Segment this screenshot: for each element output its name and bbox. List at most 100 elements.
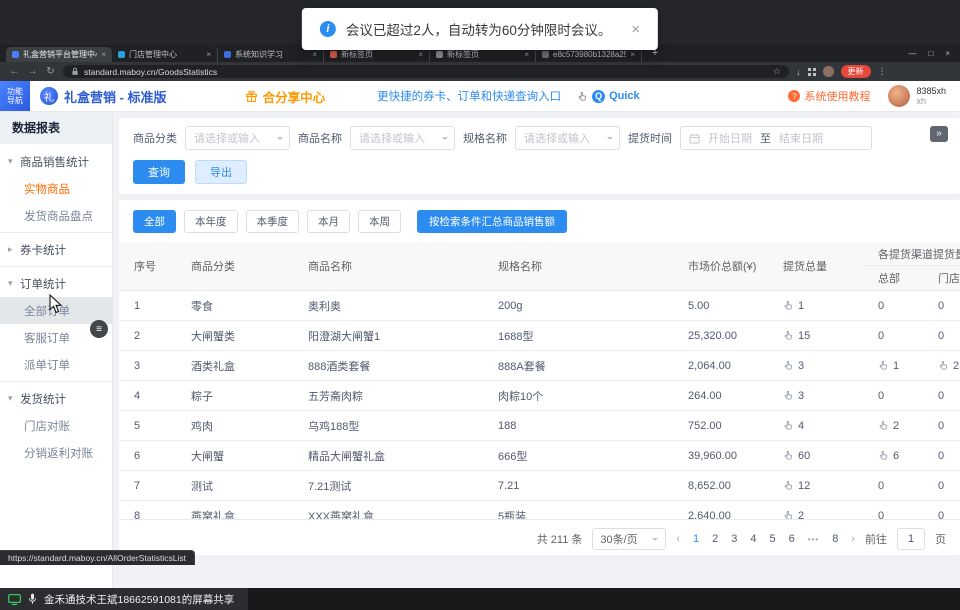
sidebar-item[interactable]: 发货商品盘点 bbox=[0, 202, 112, 229]
user-info[interactable]: 8385xh xh bbox=[888, 85, 946, 107]
tab-close-icon[interactable]: × bbox=[524, 50, 529, 59]
pick-count: 0 bbox=[938, 420, 944, 432]
bookmark-star-icon[interactable]: ☆ bbox=[773, 66, 781, 77]
page-number[interactable]: 1 bbox=[693, 533, 699, 545]
next-page-icon[interactable]: › bbox=[851, 533, 855, 545]
tab-close-icon[interactable]: × bbox=[418, 50, 423, 59]
tab-close-icon[interactable]: × bbox=[206, 50, 211, 59]
cell-pick-total[interactable]: 3 bbox=[768, 390, 863, 402]
caret-down-icon: ▾ bbox=[8, 393, 20, 404]
update-button[interactable]: 更新 bbox=[841, 65, 871, 78]
sidebar-item[interactable]: 实物商品 bbox=[0, 175, 112, 202]
close-window-button[interactable]: × bbox=[945, 49, 950, 58]
select-placeholder: 请选择或输入 bbox=[194, 130, 260, 146]
tab-title: 门店管理中心 bbox=[129, 49, 202, 60]
range-tab[interactable]: 本月 bbox=[307, 210, 350, 233]
cell-pick-total[interactable]: 1 bbox=[768, 300, 863, 312]
cell-pick-hq[interactable]: 6 bbox=[863, 450, 923, 462]
pick-count: 0 bbox=[878, 330, 884, 342]
pick-count: 0 bbox=[938, 390, 944, 402]
sidebar-item[interactable]: 门店对账 bbox=[0, 412, 112, 439]
caret-right-icon: ▸ bbox=[8, 244, 20, 255]
page-number[interactable]: 4 bbox=[750, 533, 756, 545]
prev-page-icon[interactable]: ‹ bbox=[676, 533, 680, 545]
page-number[interactable]: 5 bbox=[770, 533, 776, 545]
menu-kebab-icon[interactable]: ⋮ bbox=[878, 66, 887, 77]
cell-amount: 752.00 bbox=[673, 420, 768, 432]
sidebar-item[interactable]: ▸券卡统计 bbox=[0, 236, 112, 263]
browser-tab[interactable]: 礼盒营销平台管理中心× bbox=[6, 47, 112, 62]
cell-pick-store[interactable]: 2 bbox=[923, 360, 960, 372]
export-button[interactable]: 导出 bbox=[195, 160, 247, 184]
cell-pick-total[interactable]: 2 bbox=[768, 510, 863, 521]
feature-nav-tile[interactable]: 功能 导航 bbox=[0, 81, 30, 111]
reload-icon[interactable]: ↻ bbox=[45, 66, 56, 77]
cell-pick-hq[interactable]: 2 bbox=[863, 420, 923, 432]
pick-count: 0 bbox=[878, 300, 884, 312]
cell-pick-store: 0 bbox=[923, 420, 960, 432]
sidebar-item[interactable]: 分销返利对账 bbox=[0, 439, 112, 466]
cell-name: 奥利奥 bbox=[293, 298, 483, 314]
page-size-select[interactable]: 30条/页 bbox=[592, 528, 666, 550]
goto-label: 前往 bbox=[865, 531, 887, 547]
tab-favicon-icon bbox=[118, 51, 125, 58]
date-range-input[interactable]: 开始日期至结束日期 bbox=[680, 126, 872, 150]
range-tab[interactable]: 本年度 bbox=[184, 210, 238, 233]
table-row: 3酒类礼盒888酒类套餐888A套餐2,064.00312 bbox=[119, 351, 960, 381]
query-button[interactable]: 查询 bbox=[133, 160, 185, 184]
tab-close-icon[interactable]: × bbox=[101, 50, 106, 59]
toast-close-icon[interactable]: × bbox=[631, 21, 640, 38]
browser-tab[interactable]: 门店管理中心 × bbox=[112, 47, 218, 62]
filter-select[interactable]: 请选择或输入 bbox=[185, 126, 290, 150]
filter-select[interactable]: 请选择或输入 bbox=[350, 126, 455, 150]
browser-profile-avatar[interactable] bbox=[823, 66, 834, 77]
chevron-down-icon bbox=[442, 137, 448, 143]
extensions-icon[interactable] bbox=[808, 68, 816, 76]
screen-share-icon bbox=[8, 594, 21, 605]
minimize-button[interactable]: — bbox=[908, 49, 916, 58]
page-number[interactable]: 6 bbox=[789, 533, 795, 545]
sidebar-item[interactable]: ▾商品销售统计 bbox=[0, 148, 112, 175]
goto-page-input[interactable]: 1 bbox=[897, 528, 925, 550]
tutorial-link[interactable]: ? 系统使用教程 bbox=[788, 88, 870, 104]
collapse-filters-icon[interactable]: » bbox=[930, 126, 948, 142]
column-header: 商品名称 bbox=[293, 242, 483, 290]
sidebar-item[interactable]: 派单订单 bbox=[0, 351, 112, 378]
cell-name: 7.21测试 bbox=[293, 478, 483, 494]
cell-pick-total[interactable]: 60 bbox=[768, 450, 863, 462]
sidebar-collapse-handle[interactable]: ≡ bbox=[90, 320, 108, 338]
cell-pick-total[interactable]: 3 bbox=[768, 360, 863, 372]
cell-pick-total[interactable]: 12 bbox=[768, 480, 863, 492]
page-size-value: 30条/页 bbox=[600, 531, 637, 547]
cell-pick-total[interactable]: 4 bbox=[768, 420, 863, 432]
range-tab[interactable]: 本季度 bbox=[246, 210, 300, 233]
column-subheader: 总部 bbox=[863, 266, 923, 290]
downloads-icon[interactable]: ↓ bbox=[796, 67, 801, 77]
maximize-button[interactable]: □ bbox=[928, 49, 933, 58]
back-icon[interactable]: ← bbox=[9, 66, 20, 77]
cell-index: 5 bbox=[119, 420, 176, 432]
forward-icon[interactable]: → bbox=[27, 66, 38, 77]
share-center-link[interactable]: 合分享中心 bbox=[245, 87, 326, 106]
page-number[interactable]: 2 bbox=[712, 533, 718, 545]
page-number[interactable]: 8 bbox=[832, 533, 838, 545]
tab-close-icon[interactable]: × bbox=[312, 50, 317, 59]
filter-select[interactable]: 请选择或输入 bbox=[515, 126, 620, 150]
filter-label: 商品名称 bbox=[298, 130, 342, 146]
sidebar-item[interactable]: ▾发货统计 bbox=[0, 385, 112, 412]
cell-pick-hq[interactable]: 1 bbox=[863, 360, 923, 372]
cell-name: 阳澄湖大闸蟹1 bbox=[293, 328, 483, 344]
range-tab[interactable]: 本周 bbox=[358, 210, 401, 233]
range-tab[interactable]: 全部 bbox=[133, 210, 176, 233]
summary-button[interactable]: 按检索条件汇总商品销售额 bbox=[417, 210, 567, 233]
sidebar-item-label: 券卡统计 bbox=[20, 242, 66, 258]
column-header: 市场价总额(¥) bbox=[673, 242, 768, 290]
page-number[interactable]: 3 bbox=[731, 533, 737, 545]
quick-link[interactable]: Q Quick bbox=[577, 90, 640, 103]
tab-close-icon[interactable]: × bbox=[630, 50, 635, 59]
cell-pick-total[interactable]: 15 bbox=[768, 330, 863, 342]
user-meta: 8385xh xh bbox=[916, 86, 946, 106]
pick-count: 0 bbox=[878, 510, 884, 521]
url-input[interactable]: standard.maboy.cn/GoodsStatistics ☆ bbox=[63, 65, 789, 78]
sidebar-item[interactable]: ▾订单统计 bbox=[0, 270, 112, 297]
